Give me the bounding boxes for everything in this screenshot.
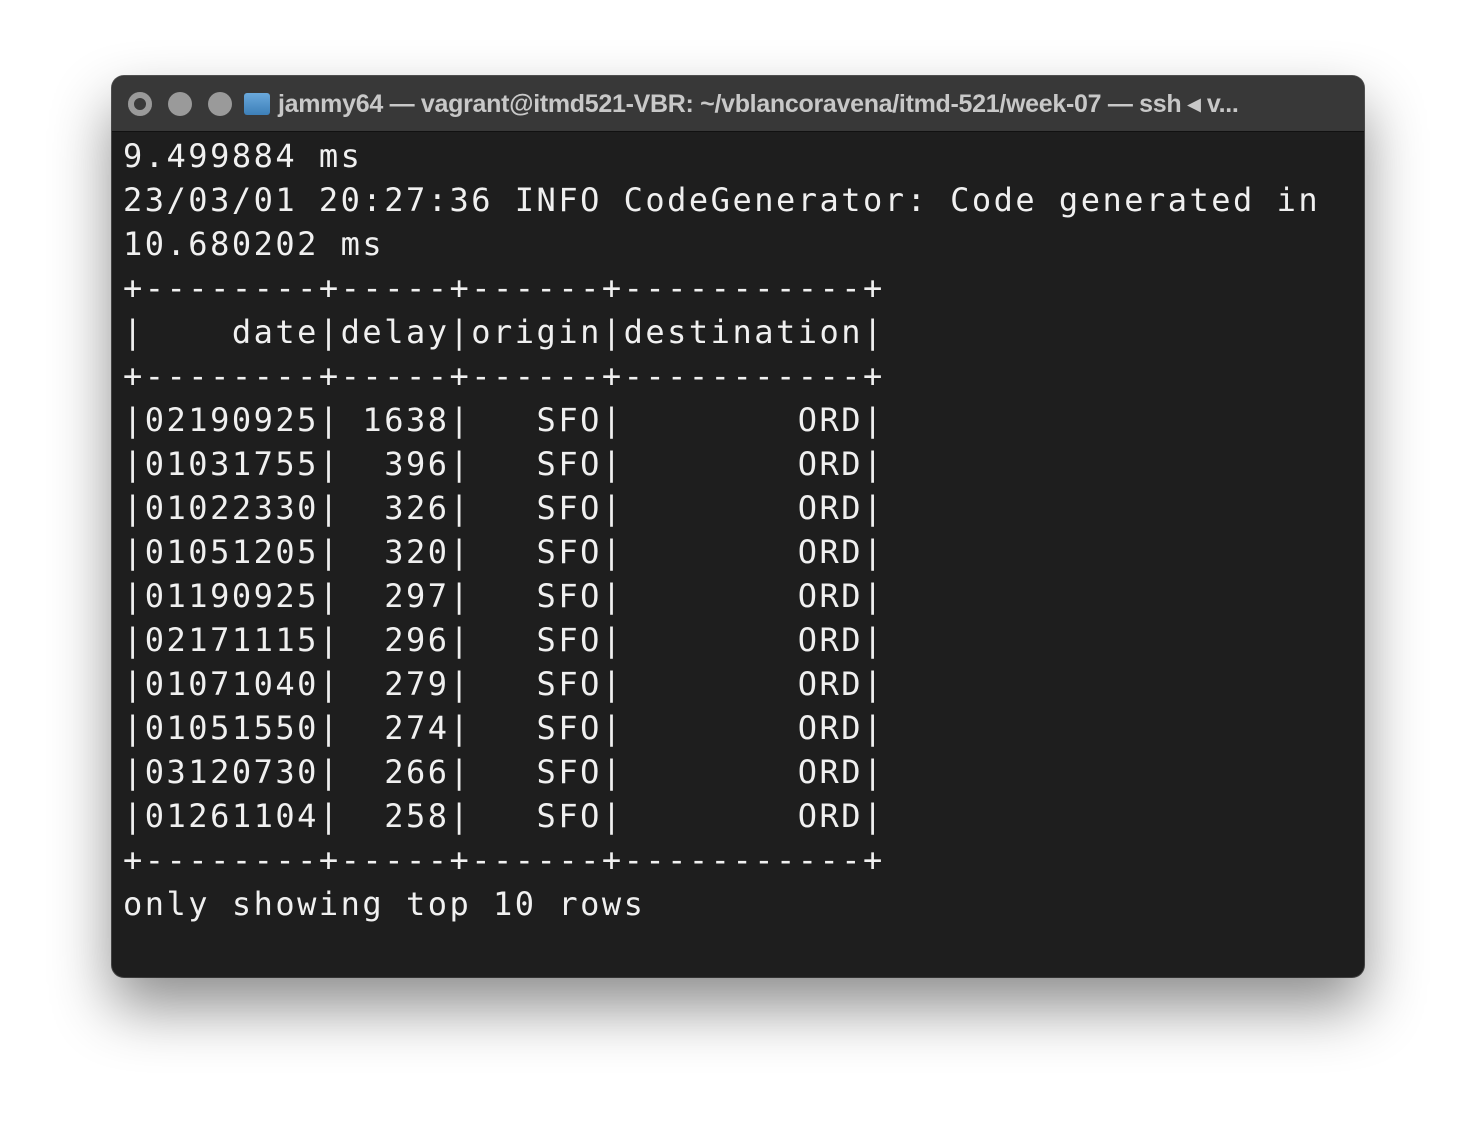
folder-icon bbox=[244, 92, 270, 115]
output-line: 23/03/01 20:27:36 INFO CodeGenerator: Co… bbox=[123, 181, 1321, 219]
terminal-output[interactable]: 9.499884 ms 23/03/01 20:27:36 INFO CodeG… bbox=[112, 132, 1364, 926]
zoom-button[interactable] bbox=[208, 91, 232, 116]
table-border: +--------+-----+------+-----------+ bbox=[123, 269, 885, 307]
table-row: |01071040| 279| SFO| ORD| bbox=[123, 665, 885, 703]
table-row: |02190925| 1638| SFO| ORD| bbox=[123, 401, 885, 439]
table-border: +--------+-----+------+-----------+ bbox=[123, 841, 885, 879]
table-row: |01051550| 274| SFO| ORD| bbox=[123, 709, 885, 747]
table-row: |01190925| 297| SFO| ORD| bbox=[123, 577, 885, 615]
output-line: 10.680202 ms bbox=[123, 225, 385, 263]
table-border: +--------+-----+------+-----------+ bbox=[123, 357, 885, 395]
table-row: |01261104| 258| SFO| ORD| bbox=[123, 797, 885, 835]
table-row: |01022330| 326| SFO| ORD| bbox=[123, 489, 885, 527]
result-table: +--------+-----+------+-----------+ | dat… bbox=[123, 266, 1364, 882]
minimize-button[interactable] bbox=[168, 91, 192, 116]
close-button[interactable] bbox=[128, 91, 152, 116]
table-row: |01031755| 396| SFO| ORD| bbox=[123, 445, 885, 483]
footer-line: only showing top 10 rows bbox=[123, 885, 646, 923]
table-row: |03120730| 266| SFO| ORD| bbox=[123, 753, 885, 791]
window-title: jammy64 — vagrant@itmd521-VBR: ~/vblanco… bbox=[278, 89, 1239, 118]
table-header: | date|delay|origin|destination| bbox=[123, 313, 885, 351]
output-line: 9.499884 ms bbox=[123, 137, 363, 175]
table-row: |02171115| 296| SFO| ORD| bbox=[123, 621, 885, 659]
table-row: |01051205| 320| SFO| ORD| bbox=[123, 533, 885, 571]
title-bar[interactable]: jammy64 — vagrant@itmd521-VBR: ~/vblanco… bbox=[112, 76, 1364, 132]
terminal-window: jammy64 — vagrant@itmd521-VBR: ~/vblanco… bbox=[112, 76, 1364, 977]
